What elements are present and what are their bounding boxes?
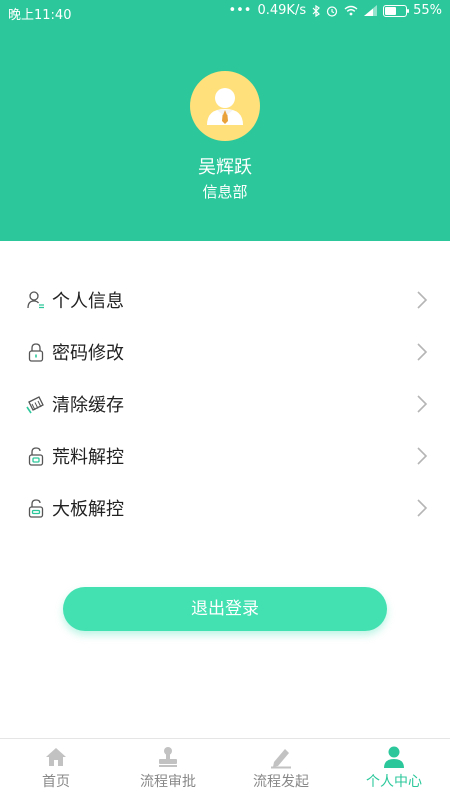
chevron-right-icon [417, 499, 428, 517]
menu-item-slab-unlock[interactable]: 大板解控 [0, 482, 450, 534]
edit-icon [271, 749, 291, 769]
menu-item-label: 大板解控 [52, 499, 124, 520]
more-dots-icon: ••• [228, 3, 252, 18]
menu-item-block-unlock[interactable]: 荒料解控 [0, 430, 450, 482]
network-speed: 0.49K/s [257, 3, 307, 18]
avatar[interactable] [190, 71, 260, 141]
menu-item-label: 清除缓存 [52, 395, 124, 416]
tab-label: 流程发起 [253, 774, 309, 790]
tab-personal-center[interactable]: 个人中心 [338, 739, 450, 801]
logout-button[interactable]: 退出登录 [63, 587, 387, 631]
tab-process-approval[interactable]: 流程审批 [112, 739, 224, 801]
menu-item-label: 密码修改 [52, 343, 124, 364]
menu-item-change-password[interactable]: 密码修改 [0, 326, 450, 378]
user-name: 吴辉跃 [198, 157, 252, 178]
menu-item-personal-info[interactable]: 个人信息 [0, 274, 450, 326]
status-bar: 晚上11:40 ••• 0.49K/s 55% [0, 0, 450, 24]
status-time: 晚上11:40 [8, 8, 72, 23]
lock-icon [28, 343, 44, 362]
chevron-right-icon [417, 291, 428, 309]
battery-fill [385, 6, 397, 15]
battery-icon [383, 4, 410, 17]
user-department: 信息部 [202, 183, 248, 201]
chevron-right-icon [417, 343, 428, 361]
user-info-icon [27, 291, 44, 309]
bottom-tab-bar: 首页 流程审批 流程发起 个人中心 [0, 738, 450, 801]
stamp-icon [159, 747, 177, 767]
profile-header: 晚上11:40 ••• 0.49K/s 55% 吴辉跃 信息部 [0, 0, 450, 241]
tab-home[interactable]: 首页 [0, 739, 112, 801]
menu-item-label: 个人信息 [52, 291, 124, 312]
alarm-icon [326, 5, 338, 17]
tab-process-initiate[interactable]: 流程发起 [225, 739, 337, 801]
chevron-right-icon [417, 395, 428, 413]
broom-icon [26, 396, 44, 414]
user-avatar-icon [207, 88, 243, 125]
bluetooth-icon [312, 4, 321, 17]
menu-item-clear-cache[interactable]: 清除缓存 [0, 378, 450, 430]
tab-label: 个人中心 [366, 774, 422, 790]
home-icon [46, 748, 66, 766]
battery-percent: 55% [413, 3, 442, 18]
wifi-icon [344, 5, 358, 16]
status-icons: ••• 0.49K/s 55% [228, 3, 442, 18]
settings-menu: 个人信息 密码修改 清除缓存 荒料解控 大板解控 [0, 274, 450, 534]
chevron-right-icon [417, 447, 428, 465]
unlock-icon [28, 499, 44, 518]
person-icon [384, 746, 404, 768]
signal-icon [364, 5, 378, 16]
unlock-icon [28, 447, 44, 466]
tab-label: 首页 [42, 774, 70, 790]
menu-item-label: 荒料解控 [52, 447, 124, 468]
tab-label: 流程审批 [140, 774, 196, 790]
